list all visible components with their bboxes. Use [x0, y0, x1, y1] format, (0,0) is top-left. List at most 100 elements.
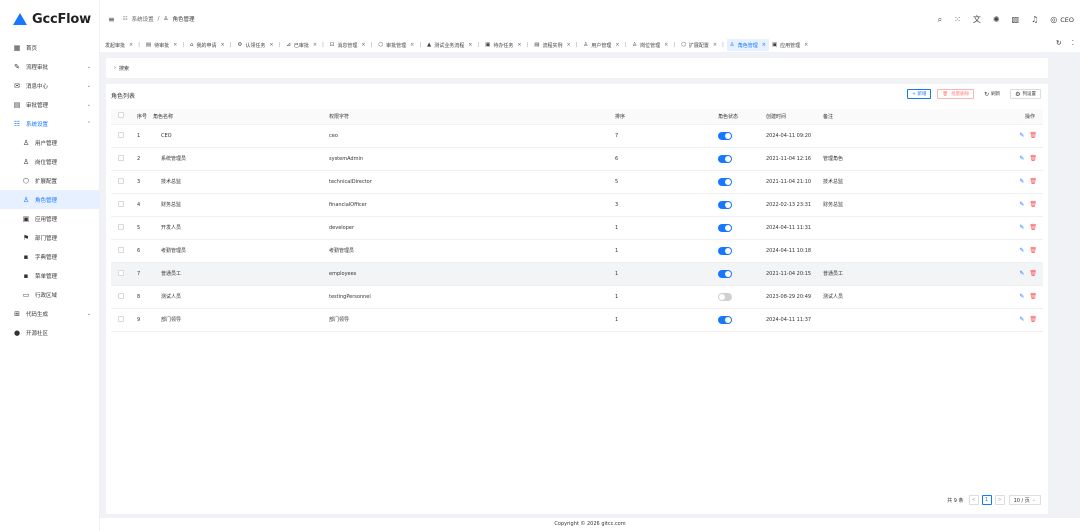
status-switch[interactable] [718, 154, 732, 163]
settings-icon[interactable]: ✺ [993, 15, 1000, 24]
close-icon[interactable]: × [468, 42, 472, 48]
sidebar-subitem-8[interactable]: ▭ 行政区域 [0, 285, 99, 304]
user-name[interactable]: CEO [1060, 16, 1074, 24]
translate-icon[interactable]: 文 [973, 14, 981, 25]
sidebar-subitem-3[interactable]: ♙ 角色管理 [0, 190, 99, 209]
prev-page-button[interactable]: < [968, 495, 979, 505]
search-panel[interactable]: › 搜索 [106, 58, 1048, 78]
close-icon[interactable]: × [221, 42, 225, 48]
tab-8[interactable]: ▣ 待办任务 × | [482, 39, 531, 51]
status-switch[interactable] [718, 131, 732, 140]
delete-icon[interactable]: 🗑 [1029, 293, 1037, 300]
status-switch[interactable] [718, 177, 732, 186]
status-switch[interactable] [718, 246, 732, 255]
tab-12[interactable]: ⬡ 扩展配置 × | [678, 39, 727, 51]
delete-icon[interactable]: 🗑 [1029, 201, 1037, 208]
sidebar-item-1[interactable]: ✎ 流程审批 ⌄ [0, 57, 99, 76]
tab-4[interactable]: ⊿ 已审批 × | [283, 39, 327, 51]
status-switch[interactable] [718, 200, 732, 209]
tab-14[interactable]: ▣ 应用管理 × [769, 39, 811, 51]
edit-icon[interactable]: ✎ [1019, 270, 1024, 277]
tab-11[interactable]: ♙ 岗位管理 × | [629, 39, 678, 51]
row-checkbox[interactable] [118, 223, 124, 230]
sidebar-subitem-1[interactable]: ♙ 岗位管理 [0, 152, 99, 171]
row-checkbox[interactable] [118, 269, 124, 276]
delete-icon[interactable]: 🗑 [1029, 155, 1037, 162]
column-settings-button[interactable]: ⚙ 列设置 [1010, 89, 1041, 99]
edit-icon[interactable]: ✎ [1019, 178, 1024, 185]
tab-1[interactable]: ▤ 待审批 × | [143, 39, 187, 51]
refresh-button[interactable]: ↻ 刷新 [980, 89, 1005, 99]
refresh-tab-icon[interactable]: ↻ [1056, 39, 1062, 47]
tab-6[interactable]: ⬡ 审批管理 × | [375, 39, 424, 51]
sidebar-subitem-6[interactable]: ▪ 字典管理 [0, 247, 99, 266]
sidebar-item-3[interactable]: ▤ 审批管理 ⌄ [0, 95, 99, 114]
tab-9[interactable]: ▤ 流程实例 × | [531, 39, 580, 51]
edit-icon[interactable]: ✎ [1019, 247, 1024, 254]
sidebar-bottom-item-1[interactable]: ● 开源社区 [0, 323, 99, 342]
delete-icon[interactable]: 🗑 [1029, 178, 1037, 185]
page-size-select[interactable]: 10 / 页 ⌄ [1008, 495, 1041, 505]
table-row[interactable]: 6 考勤管理员 考勤管理员 1 2024-04-11 10:18 ✎ 🗑 [111, 239, 1043, 263]
close-icon[interactable]: × [762, 42, 766, 48]
tab-5[interactable]: ⊡ 消息管理 × | [327, 39, 376, 51]
sidebar-bottom-item-0[interactable]: ⊞ 代码生成 ⌄ [0, 304, 99, 323]
app-logo[interactable]: GccFlow [0, 0, 99, 38]
tab-menu-icon[interactable]: ⁚ [1072, 39, 1074, 47]
close-icon[interactable]: × [804, 42, 808, 48]
close-icon[interactable]: × [615, 42, 619, 48]
row-checkbox[interactable] [118, 177, 124, 184]
document-icon[interactable]: ▧ [1012, 15, 1020, 24]
edit-icon[interactable]: ✎ [1019, 201, 1024, 208]
close-icon[interactable]: × [361, 42, 365, 48]
page-1-button[interactable]: 1 [981, 495, 992, 505]
delete-icon[interactable]: 🗑 [1029, 316, 1037, 323]
sidebar-item-0[interactable]: ▦ 首页 [0, 38, 99, 57]
status-switch[interactable] [718, 269, 732, 278]
grid-icon[interactable]: ⁙ [954, 15, 961, 24]
edit-icon[interactable]: ✎ [1019, 293, 1024, 300]
avatar-icon[interactable]: ◎ [1050, 15, 1057, 24]
table-row[interactable]: 7 普通员工 employees 1 2021-11-04 20:15 普通员工 ✎ 🗑 [111, 262, 1043, 286]
row-checkbox[interactable] [118, 315, 124, 322]
row-checkbox[interactable] [118, 154, 124, 161]
sidebar-subitem-0[interactable]: ♙ 用户管理 [0, 133, 99, 152]
next-page-button[interactable]: > [994, 495, 1005, 505]
close-icon[interactable]: × [173, 42, 177, 48]
edit-icon[interactable]: ✎ [1019, 132, 1024, 139]
close-icon[interactable]: × [713, 42, 717, 48]
table-row[interactable]: 3 技术总监 technicalDirector 5 2021-11-04 21:10 技… [111, 170, 1043, 194]
close-icon[interactable]: × [566, 42, 570, 48]
table-row[interactable]: 2 系统管理员 systemAdmin 6 2021-11-04 12:16 管理角色 ✎ 🗑 [111, 147, 1043, 171]
sidebar-subitem-4[interactable]: ▣ 应用管理 [0, 209, 99, 228]
sidebar-item-2[interactable]: ✉ 消息中心 ⌄ [0, 76, 99, 95]
edit-icon[interactable]: ✎ [1019, 316, 1024, 323]
row-checkbox[interactable] [118, 246, 124, 253]
close-icon[interactable]: × [410, 42, 414, 48]
delete-icon[interactable]: 🗑 [1029, 132, 1037, 139]
collapse-icon[interactable]: ≡ [108, 15, 115, 24]
tab-0[interactable]: 发起审批 × | [102, 39, 143, 51]
delete-icon[interactable]: 🗑 [1029, 270, 1037, 277]
row-checkbox[interactable] [118, 131, 124, 138]
bell-icon[interactable]: ♫ [1031, 15, 1038, 24]
status-switch[interactable] [718, 315, 732, 324]
row-checkbox[interactable] [118, 200, 124, 207]
sidebar-subitem-7[interactable]: ▪ 菜单管理 [0, 266, 99, 285]
table-row[interactable]: 4 财务总监 financialOfficer 3 2022-02-13 23:31 财务… [111, 193, 1043, 217]
tab-10[interactable]: ♙ 用户管理 × | [580, 39, 629, 51]
delete-icon[interactable]: 🗑 [1029, 247, 1037, 254]
delete-icon[interactable]: 🗑 [1029, 224, 1037, 231]
tab-3[interactable]: ⚙ 认领任务 × | [234, 39, 283, 51]
select-all-checkbox[interactable] [118, 112, 124, 119]
tab-2[interactable]: ⌂ 我的申请 × | [187, 39, 234, 51]
table-row[interactable]: 1 CEO ceo 7 2024-04-11 09:20 ✎ 🗑 [111, 124, 1043, 148]
edit-icon[interactable]: ✎ [1019, 224, 1024, 231]
sidebar-item-4[interactable]: ☷ 系统设置 ⌃ [0, 114, 99, 133]
sidebar-subitem-5[interactable]: ⚑ 部门管理 [0, 228, 99, 247]
expand-icon[interactable]: › [114, 65, 116, 71]
close-icon[interactable]: × [313, 42, 317, 48]
search-icon[interactable]: ⌕ [938, 15, 942, 25]
batch-delete-button[interactable]: 🗑 批量删除 [937, 89, 975, 99]
close-icon[interactable]: × [517, 42, 521, 48]
